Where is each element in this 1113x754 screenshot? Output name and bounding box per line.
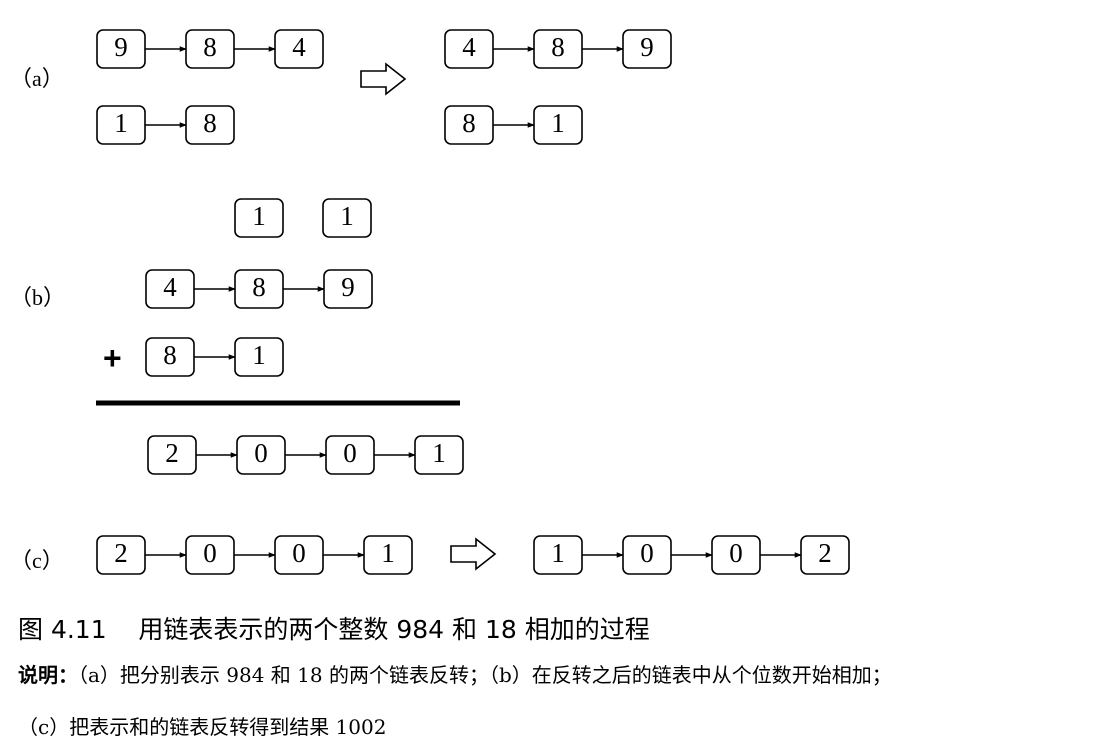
list-node-value: 9 xyxy=(640,32,654,62)
list-node-value: 0 xyxy=(292,538,306,568)
list-node-value: 9 xyxy=(114,32,128,62)
description-prefix: 说明： xyxy=(18,663,78,687)
list-node-value: 0 xyxy=(640,538,654,568)
transform-arrow-a xyxy=(360,62,407,96)
description-line-1: 说明：（a）把分别表示 984 和 18 的两个链表反转；（b）在反转之后的链表… xyxy=(18,659,892,688)
list-node-value: 1 xyxy=(381,538,395,568)
diagram-canvas: （a） （b） （c） + 984 18 489 81 11 489 81 20… xyxy=(10,29,850,575)
part-c-label: （c） xyxy=(10,548,64,573)
list-a-before-1: 9 8 4 xyxy=(96,29,324,69)
list-node-value: 2 xyxy=(114,538,128,568)
list-node-value: 0 xyxy=(729,538,743,568)
figure-number: 图 4.11 xyxy=(18,615,107,644)
list-b-addend-1: 4 8 9 xyxy=(145,269,373,309)
list-node-value: 1 xyxy=(551,538,565,568)
list-node-value: 1 xyxy=(114,108,128,138)
list-node-value: 8 xyxy=(203,108,217,138)
list-a-after-1: 4 8 9 xyxy=(444,29,672,69)
list-node-value: 8 xyxy=(462,108,476,138)
list-node-value: 0 xyxy=(343,438,357,468)
list-node-value: 9 xyxy=(341,272,355,302)
list-node-value: 2 xyxy=(165,438,179,468)
list-node-value: 1 xyxy=(432,438,446,468)
list-node-value: 8 xyxy=(551,32,565,62)
list-node-value: 8 xyxy=(252,272,266,302)
list-node-value: 2 xyxy=(818,538,832,568)
list-a-before-2: 18 xyxy=(96,105,235,145)
list-node-value: 1 xyxy=(340,201,354,231)
list-node-value: 1 xyxy=(551,108,565,138)
figure-title: 用链表表示的两个整数 984 和 18 相加的过程 xyxy=(138,615,650,644)
part-b-label: （b） xyxy=(10,285,65,310)
transform-arrow-c xyxy=(450,537,497,571)
list-node-value: 1 xyxy=(252,201,266,231)
list-node-value: 8 xyxy=(163,340,177,370)
list-b-sum: 2001 xyxy=(147,435,464,475)
list-node-value: 1 xyxy=(252,340,266,370)
list-node-value: 4 xyxy=(292,32,306,62)
list-node-value: 0 xyxy=(254,438,268,468)
list-node-value: 0 xyxy=(203,538,217,568)
description-line-2: （c）把表示和的链表反转得到结果 1002 xyxy=(18,711,386,740)
list-a-after-2: 81 xyxy=(444,105,583,145)
list-c-before: 2001 xyxy=(96,535,413,575)
description-text-2: （c）把表示和的链表反转得到结果 1002 xyxy=(18,715,387,739)
plus-sign: + xyxy=(103,340,122,376)
list-node-value: 4 xyxy=(163,272,177,302)
list-node-value: 8 xyxy=(203,32,217,62)
list-node-value: 4 xyxy=(462,32,476,62)
figure-caption: 图 4.11 用链表表示的两个整数 984 和 18 相加的过程 xyxy=(18,610,650,646)
carry-row: 11 xyxy=(234,198,372,238)
part-a-label: （a） xyxy=(10,66,64,91)
description-text-1: （a）把分别表示 984 和 18 的两个链表反转；（b）在反转之后的链表中从个… xyxy=(78,663,892,687)
list-b-addend-2: 81 xyxy=(145,337,284,377)
list-c-after: 1 0 0 2 xyxy=(533,535,850,575)
